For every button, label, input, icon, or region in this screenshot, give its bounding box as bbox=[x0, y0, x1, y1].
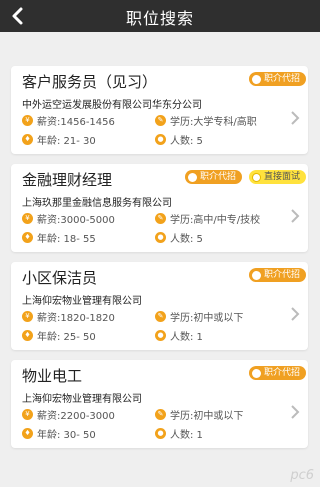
job-title: 小区保洁员 bbox=[22, 269, 98, 287]
person-icon: ● bbox=[155, 232, 166, 243]
tag-dot-icon bbox=[251, 270, 261, 280]
agency-tag: 职介代招 bbox=[248, 366, 306, 380]
agency-tag: 职介代招 bbox=[248, 268, 306, 282]
job-card[interactable]: 小区保洁员 职介代招 上海仰宏物业管理有限公司 ¥ 薪资:1820-1820 ✎ 学… bbox=[11, 262, 308, 350]
tag-dot-icon bbox=[251, 74, 261, 84]
salary: ¥ 薪资:2200-3000 bbox=[22, 407, 115, 422]
company-name: 上海仰宏物业管理有限公司 bbox=[22, 296, 142, 307]
chevron-right-icon bbox=[291, 111, 300, 125]
age: ♦ 年龄: 21- 30 bbox=[22, 132, 96, 147]
direct-interview-tag: 直接面试 bbox=[248, 170, 306, 184]
age-icon: ♦ bbox=[22, 232, 33, 243]
headcount: ● 人数: 1 bbox=[155, 426, 203, 441]
salary-icon: ¥ bbox=[22, 115, 33, 126]
age-icon: ♦ bbox=[22, 428, 33, 439]
salary-icon: ¥ bbox=[22, 213, 33, 224]
age: ♦ 年龄: 30- 50 bbox=[22, 426, 96, 441]
job-title: 物业电工 bbox=[22, 367, 83, 385]
tag-dot-icon bbox=[187, 172, 197, 182]
tag-dot-icon bbox=[251, 172, 261, 182]
page-title: 职位搜索 bbox=[125, 9, 194, 28]
education-icon: ✎ bbox=[155, 115, 166, 126]
headcount: ● 人数: 5 bbox=[155, 132, 203, 147]
agency-tag: 职介代招 bbox=[248, 72, 306, 86]
age-icon: ♦ bbox=[22, 134, 33, 145]
salary-icon: ¥ bbox=[22, 311, 33, 322]
person-icon: ● bbox=[155, 428, 166, 439]
education: ✎ 学历:大学专科/高职 bbox=[155, 113, 257, 128]
education: ✎ 学历:高中/中专/技校 bbox=[155, 211, 260, 226]
headcount: ● 人数: 1 bbox=[155, 328, 203, 343]
chevron-right-icon bbox=[291, 405, 300, 419]
salary: ¥ 薪资:1820-1820 bbox=[22, 309, 115, 324]
job-title: 金融理财经理 bbox=[22, 171, 113, 189]
salary-icon: ¥ bbox=[22, 409, 33, 420]
job-card[interactable]: 金融理财经理 职介代招 直接面试 上海玖那里金融信息服务有限公司 ¥ 薪资:300… bbox=[11, 164, 308, 252]
education: ✎ 学历:初中或以下 bbox=[155, 407, 243, 422]
salary: ¥ 薪资:1456-1456 bbox=[22, 113, 115, 128]
person-icon: ● bbox=[155, 134, 166, 145]
person-icon: ● bbox=[155, 330, 166, 341]
company-name: 上海玖那里金融信息服务有限公司 bbox=[22, 198, 172, 209]
education-icon: ✎ bbox=[155, 409, 166, 420]
chevron-right-icon bbox=[291, 209, 300, 223]
job-card[interactable]: 客户服务员（见习） 职介代招 中外运空运发展股份有限公司华东分公司 ¥ 薪资:14… bbox=[11, 66, 308, 154]
education: ✎ 学历:初中或以下 bbox=[155, 309, 243, 324]
top-bar: 职位搜索 bbox=[0, 0, 320, 32]
age: ♦ 年龄: 18- 55 bbox=[22, 230, 96, 245]
company-name: 中外运空运发展股份有限公司华东分公司 bbox=[22, 100, 202, 111]
headcount: ● 人数: 5 bbox=[155, 230, 203, 245]
job-title: 客户服务员（见习） bbox=[22, 73, 158, 91]
job-card[interactable]: 物业电工 职介代招 上海仰宏物业管理有限公司 ¥ 薪资:2200-3000 ✎ 学历… bbox=[11, 360, 308, 448]
salary: ¥ 薪资:3000-5000 bbox=[22, 211, 115, 226]
age-icon: ♦ bbox=[22, 330, 33, 341]
tag-dot-icon bbox=[251, 368, 261, 378]
chevron-right-icon bbox=[291, 307, 300, 321]
watermark: pc6 bbox=[290, 468, 314, 483]
education-icon: ✎ bbox=[155, 311, 166, 322]
agency-tag: 职介代招 bbox=[184, 170, 242, 184]
education-icon: ✎ bbox=[155, 213, 166, 224]
company-name: 上海仰宏物业管理有限公司 bbox=[22, 394, 142, 405]
age: ♦ 年龄: 25- 50 bbox=[22, 328, 96, 343]
